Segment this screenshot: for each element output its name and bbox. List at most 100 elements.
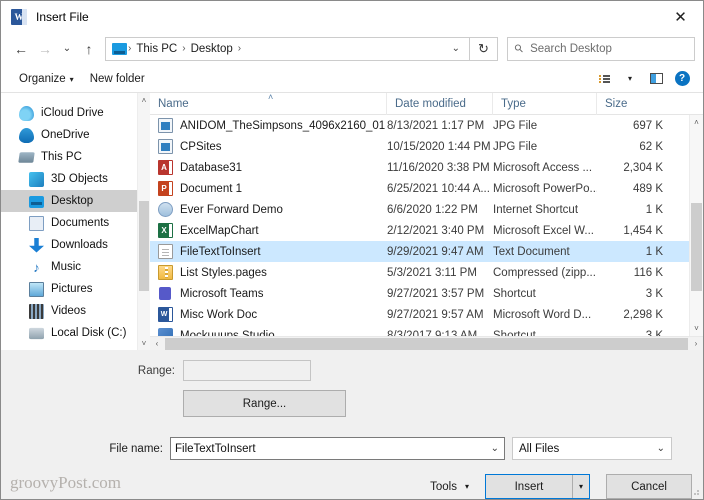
breadcrumb-desktop[interactable]: Desktop (187, 43, 237, 55)
column-header-name[interactable]: ˄ Name (150, 93, 387, 115)
dialog-body: iCloud Drive OneDrive This PC 3D Objects… (1, 93, 703, 350)
sidebar-item-desktop[interactable]: Desktop (1, 190, 150, 212)
cell-name: ExcelMapChart (150, 220, 387, 241)
cell-date: 9/29/2021 9:47 AM (387, 241, 493, 262)
table-row[interactable]: Misc Work Doc 9/27/2021 9:57 AM Microsof… (150, 304, 703, 325)
sidebar-item-3d-objects[interactable]: 3D Objects (1, 168, 150, 190)
file-type-filter-select[interactable]: All Files ⌄ (512, 437, 672, 460)
table-row[interactable]: CPSites 10/15/2020 1:44 PM JPG File 62 K (150, 136, 703, 157)
filter-value: All Files (519, 443, 559, 455)
view-list-icon[interactable] (593, 69, 615, 89)
sidebar-item-videos[interactable]: Videos (1, 300, 150, 322)
file-list-vertical-scrollbar[interactable]: ˄ ˅ (689, 115, 703, 336)
scroll-down-icon[interactable]: ˅ (690, 321, 703, 336)
table-row-selected[interactable]: FileTextToInsert 9/29/2021 9:47 AM Text … (150, 241, 703, 262)
sidebar-item-this-pc[interactable]: This PC (1, 146, 150, 168)
sidebar-label: Videos (51, 305, 86, 317)
cell-name: List Styles.pages (150, 262, 387, 283)
table-row[interactable]: ANIDOM_TheSimpsons_4096x2160_01 8/13/202… (150, 115, 703, 136)
sidebar-item-local-disk[interactable]: Local Disk (C:) (1, 322, 150, 344)
insert-button-group: Insert ▾ (485, 474, 590, 499)
sidebar-item-documents[interactable]: Documents (1, 212, 150, 234)
sidebar-item-onedrive[interactable]: OneDrive (1, 124, 150, 146)
back-button[interactable]: ← (9, 36, 33, 62)
sidebar-item-pictures[interactable]: Pictures (1, 278, 150, 300)
sidebar-item-music[interactable]: ♪ Music (1, 256, 150, 278)
insert-button[interactable]: Insert (486, 475, 572, 498)
preview-pane-icon[interactable] (645, 69, 667, 89)
this-pc-icon (18, 152, 34, 163)
help-icon[interactable]: ? (671, 69, 693, 89)
file-rows: ANIDOM_TheSimpsons_4096x2160_01 8/13/202… (150, 115, 703, 336)
sidebar-item-icloud-drive[interactable]: iCloud Drive (1, 102, 150, 124)
range-label: Range: (1, 365, 183, 377)
column-header-date-modified[interactable]: Date modified (387, 93, 493, 115)
file-name: ANIDOM_TheSimpsons_4096x2160_01 (180, 120, 385, 132)
cell-type: Internet Shortcut (493, 199, 597, 220)
column-header-size[interactable]: Size (597, 93, 677, 115)
videos-icon (29, 304, 44, 319)
insert-dropdown-icon[interactable]: ▾ (572, 475, 589, 498)
search-box[interactable]: ⚲ Search Desktop (507, 37, 695, 61)
scroll-up-icon[interactable]: ˄ (138, 93, 150, 107)
jpg-file-icon (158, 118, 173, 133)
table-row[interactable]: Ever Forward Demo 6/6/2020 1:22 PM Inter… (150, 199, 703, 220)
table-row[interactable]: Mockuuups Studio 8/3/2017 9:13 AM Shortc… (150, 325, 703, 336)
table-row[interactable]: ExcelMapChart 2/12/2021 3:40 PM Microsof… (150, 220, 703, 241)
sidebar-label: Local Disk (C:) (51, 327, 126, 339)
cancel-button[interactable]: Cancel (606, 474, 692, 499)
chevron-down-icon[interactable]: ⌄ (449, 43, 463, 54)
shortcut-icon (158, 328, 173, 336)
up-button[interactable]: ↑ (77, 36, 101, 62)
scroll-down-icon[interactable]: ˅ (138, 336, 150, 350)
cell-date: 9/27/2021 3:57 PM (387, 283, 493, 304)
cell-date: 10/15/2020 1:44 PM (387, 136, 493, 157)
file-name-row: File name: FileTextToInsert ⌄ All Files … (1, 417, 703, 460)
close-icon[interactable]: ✕ (658, 1, 703, 32)
cell-size: 62 K (597, 136, 677, 157)
range-input[interactable] (183, 360, 311, 381)
file-list-horizontal-scrollbar[interactable]: ‹ › (150, 336, 703, 350)
cell-type: Microsoft Excel W... (493, 220, 597, 241)
table-row[interactable]: List Styles.pages 5/3/2021 3:11 PM Compr… (150, 262, 703, 283)
file-name-input[interactable]: FileTextToInsert ⌄ (170, 437, 505, 460)
tools-button[interactable]: Tools ▾ (420, 474, 479, 499)
chevron-down-icon[interactable]: ⌄ (491, 443, 504, 454)
scrollbar-thumb[interactable] (691, 203, 702, 291)
refresh-icon[interactable]: ↻ (470, 37, 498, 61)
view-dropdown-caret-icon[interactable]: ▾ (619, 69, 641, 89)
cell-type: JPG File (493, 136, 597, 157)
cell-type: Microsoft Word D... (493, 304, 597, 325)
forward-button[interactable]: → (33, 36, 57, 62)
sidebar-label: Pictures (51, 283, 93, 295)
scrollbar-thumb[interactable] (139, 201, 149, 291)
address-bar[interactable]: › This PC › Desktop › ⌄ (105, 37, 470, 61)
column-label: Date modified (395, 98, 466, 110)
recent-locations-button[interactable]: ⌄ (57, 36, 77, 62)
scrollbar-thumb[interactable] (165, 338, 688, 350)
table-row[interactable]: Document 1 6/25/2021 10:44 A... Microsof… (150, 178, 703, 199)
cell-type: Microsoft PowerPo... (493, 178, 597, 199)
chevron-down-icon: ▾ (70, 75, 74, 84)
desktop-icon (112, 43, 127, 55)
new-folder-button[interactable]: New folder (82, 73, 153, 85)
cell-name: Database31 (150, 157, 387, 178)
breadcrumb-this-pc[interactable]: This PC (132, 43, 181, 55)
cell-date: 6/25/2021 10:44 A... (387, 178, 493, 199)
organize-button[interactable]: Organize▾ (11, 73, 82, 85)
breadcrumb-separator-2: › (237, 43, 242, 54)
file-name-value: FileTextToInsert (175, 443, 256, 455)
sidebar-item-downloads[interactable]: Downloads (1, 234, 150, 256)
scroll-up-icon[interactable]: ˄ (690, 115, 703, 130)
file-name: Ever Forward Demo (180, 204, 283, 216)
scroll-left-icon[interactable]: ‹ (150, 337, 164, 351)
scroll-right-icon[interactable]: › (689, 337, 703, 351)
cell-name: Document 1 (150, 178, 387, 199)
text-document-icon (158, 244, 173, 259)
table-row[interactable]: Microsoft Teams 9/27/2021 3:57 PM Shortc… (150, 283, 703, 304)
range-button[interactable]: Range... (183, 390, 346, 417)
table-row[interactable]: Database31 11/16/2020 3:38 PM Microsoft … (150, 157, 703, 178)
resize-grip[interactable] (690, 486, 700, 496)
sidebar-scrollbar[interactable]: ˄ ˅ (137, 93, 150, 350)
column-header-type[interactable]: Type (493, 93, 597, 115)
